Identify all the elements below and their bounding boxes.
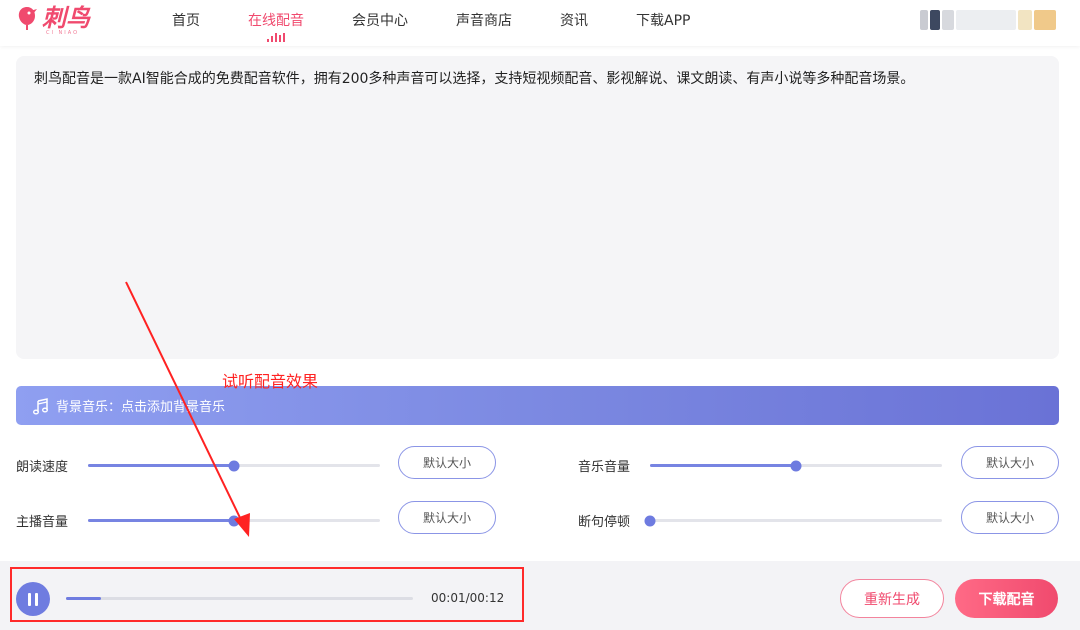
nav-item-download-app[interactable]: 下载APP [636, 0, 690, 46]
annotation-highlight-box [10, 567, 524, 622]
user-account-blurred[interactable] [920, 10, 1056, 30]
reading-speed-default-button[interactable]: 默认大小 [398, 446, 496, 479]
slider-music-volume: 音乐音量 [578, 456, 942, 475]
slider-reading-speed: 朗读速度 [16, 456, 380, 475]
music-note-icon [33, 397, 48, 414]
active-audio-bars-icon [267, 33, 285, 42]
slider-sentence-pause: 断句停顿 [578, 511, 942, 530]
music-volume-default-button[interactable]: 默认大小 [961, 446, 1059, 479]
slider-thumb[interactable] [228, 460, 240, 471]
host-volume-track[interactable] [88, 515, 380, 526]
annotation-label: 试听配音效果 [222, 372, 319, 391]
sentence-pause-track[interactable] [644, 515, 942, 526]
slider-label: 主播音量 [16, 515, 69, 530]
nav-item-home[interactable]: 首页 [172, 0, 200, 46]
logo-text: 刺鸟 [42, 4, 90, 32]
nav-label: 下载APP [636, 13, 691, 29]
slider-fill [650, 464, 796, 467]
nav-item-online-dubbing[interactable]: 在线配音 [248, 0, 304, 46]
top-header: 刺鸟 CI NIAO 首页 在线配音 会员中心 声音商店 资讯 下载APP [0, 0, 1080, 46]
nav-label: 声音商店 [456, 13, 512, 29]
download-dubbing-button[interactable]: 下载配音 [955, 579, 1058, 618]
nav-item-voice-store[interactable]: 声音商店 [456, 0, 512, 46]
bird-logo-icon [18, 7, 37, 30]
nav-label: 会员中心 [352, 13, 408, 29]
reading-speed-track[interactable] [88, 460, 380, 471]
slider-host-volume: 主播音量 [16, 511, 380, 530]
nav-label: 首页 [172, 13, 200, 29]
slider-thumb[interactable] [644, 515, 656, 526]
slider-label: 音乐音量 [578, 460, 631, 475]
nav-item-news[interactable]: 资讯 [560, 0, 588, 46]
music-volume-track[interactable] [650, 460, 942, 471]
logo[interactable]: 刺鸟 [16, 5, 90, 31]
nav-label: 资讯 [560, 13, 588, 29]
slider-thumb[interactable] [228, 515, 240, 526]
host-volume-default-button[interactable]: 默认大小 [398, 501, 496, 534]
script-text-editor[interactable]: 刺鸟配音是一款AI智能合成的免费配音软件，拥有200多种声音可以选择，支持短视频… [16, 56, 1059, 359]
nav-item-membership[interactable]: 会员中心 [352, 0, 408, 46]
nav-label: 在线配音 [248, 13, 304, 29]
regenerate-button[interactable]: 重新生成 [840, 579, 944, 618]
slider-thumb[interactable] [790, 460, 802, 471]
background-music-label: 背景音乐：点击添加背景音乐 [56, 400, 226, 415]
logo-subtitle: CI NIAO [46, 30, 80, 36]
slider-fill [88, 519, 234, 522]
slider-label: 断句停顿 [578, 515, 631, 530]
main-nav: 首页 在线配音 会员中心 声音商店 资讯 下载APP [172, 0, 690, 46]
sentence-pause-default-button[interactable]: 默认大小 [961, 501, 1059, 534]
slider-fill [88, 464, 234, 467]
slider-label: 朗读速度 [16, 460, 69, 475]
script-text: 刺鸟配音是一款AI智能合成的免费配音软件，拥有200多种声音可以选择，支持短视频… [34, 71, 915, 87]
background-music-bar[interactable]: 背景音乐：点击添加背景音乐 [16, 386, 1059, 425]
